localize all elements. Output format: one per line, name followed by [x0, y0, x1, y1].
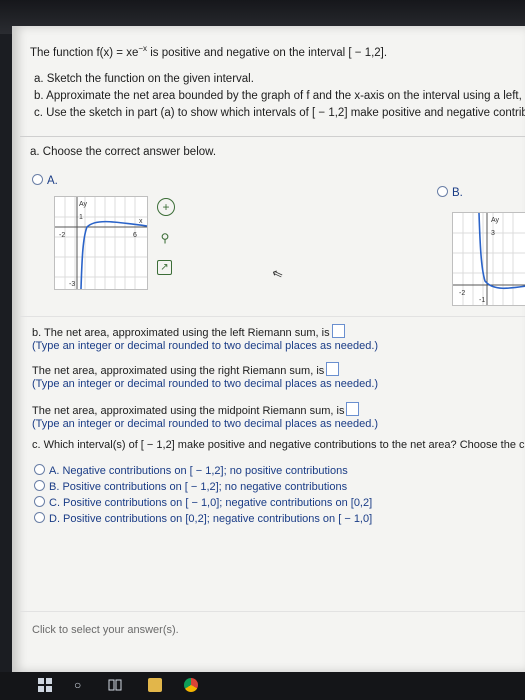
radio-icon — [34, 512, 45, 523]
open-graph-icon[interactable]: ↗ — [157, 260, 172, 275]
option-c-b[interactable]: B. Positive contributions on [ − 1,2]; n… — [34, 480, 347, 493]
graph-a-y-bottom-tick: -3 — [69, 281, 75, 288]
footer-divider — [20, 611, 525, 612]
graph-b-plot: Ay 3 -2 -1 — [453, 212, 525, 305]
zoom-in-icon[interactable]: + — [157, 198, 175, 216]
problem-part-b: b. Approximate the net area bounded by t… — [34, 90, 525, 102]
radio-icon — [437, 186, 448, 197]
option-a-label: A. — [47, 175, 58, 187]
search-icon[interactable]: ○ — [74, 678, 88, 692]
graph-a-y-label: Ay — [79, 201, 88, 208]
graph-option-a[interactable]: Ay 1 x -2 6 -3 — [54, 196, 148, 290]
part-a-prompt: a. Choose the correct answer below. — [30, 146, 217, 158]
problem-intro-text: The function f(x) = xe — [30, 46, 139, 59]
left-sum-input[interactable] — [331, 324, 345, 338]
option-c-d-label: D. Positive contributions on [0,2]; nega… — [49, 513, 373, 525]
graph-a-x-right-tick: 6 — [133, 232, 137, 239]
left-sum-label: b. The net area, approximated using the … — [32, 327, 330, 339]
file-explorer-icon[interactable] — [148, 678, 162, 692]
problem-part-c: c. Use the sketch in part (a) to show wh… — [34, 107, 525, 119]
mid-sum-label: The net area, approximated using the mid… — [32, 405, 345, 417]
radio-icon — [34, 464, 45, 475]
option-a-radio[interactable]: A. — [32, 174, 58, 187]
right-sum-row: The net area, approximated using the rig… — [32, 362, 340, 377]
option-c-a[interactable]: A. Negative contributions on [ − 1,2]; n… — [34, 464, 348, 477]
problem-part-a: a. Sketch the function on the given inte… — [34, 73, 254, 85]
radio-icon — [34, 496, 45, 507]
section-divider — [20, 136, 525, 137]
task-view-icon[interactable] — [108, 678, 122, 692]
graph-a-curve — [80, 220, 148, 290]
graph-a-x-left-tick: -2 — [59, 232, 65, 239]
mid-sum-input[interactable] — [346, 402, 360, 416]
chrome-icon[interactable] — [184, 678, 198, 692]
graph-b-curve — [478, 212, 525, 290]
right-sum-input[interactable] — [326, 362, 340, 376]
option-b-label: B. — [452, 187, 463, 199]
windows-start-icon[interactable] — [38, 678, 52, 692]
mid-sum-row: The net area, approximated using the mid… — [32, 402, 360, 417]
problem-exponent: −x — [138, 44, 148, 53]
mid-sum-hint: (Type an integer or decimal rounded to t… — [32, 418, 379, 430]
problem-interval-text: is positive and negative on the interval… — [147, 46, 388, 59]
right-sum-hint: (Type an integer or decimal rounded to t… — [32, 378, 379, 390]
problem-intro: The function f(x) = xe−x is positive and… — [30, 44, 387, 59]
part-c-prompt: c. Which interval(s) of [ − 1,2] make po… — [32, 439, 525, 451]
graph-a-grid — [55, 197, 147, 289]
browser-content: The function f(x) = xe−x is positive and… — [12, 26, 525, 672]
graph-b-y-bottom-tick: -1 — [479, 297, 485, 304]
option-c-c-label: C. Positive contributions on [ − 1,0]; n… — [49, 497, 373, 509]
graph-b-y-label: Ay — [491, 217, 500, 224]
footer-hint: Click to select your answer(s). — [32, 624, 179, 636]
graph-a-y-top-tick: 1 — [79, 214, 83, 221]
left-sum-row: b. The net area, approximated using the … — [32, 324, 345, 339]
option-c-c[interactable]: C. Positive contributions on [ − 1,0]; n… — [34, 496, 372, 509]
graph-option-b[interactable]: Ay 3 -2 -1 — [452, 212, 525, 306]
graph-a-plot: Ay 1 x -2 6 -3 — [55, 197, 148, 290]
radio-icon — [32, 174, 43, 185]
option-c-a-label: A. Negative contributions on [ − 1,2]; n… — [49, 465, 348, 477]
section-divider — [20, 316, 525, 317]
right-sum-label: The net area, approximated using the rig… — [32, 365, 325, 377]
zoom-out-icon[interactable]: ⚲ — [157, 230, 173, 246]
graph-b-x-left-tick: -2 — [459, 290, 465, 297]
option-b-radio[interactable]: B. — [437, 186, 463, 199]
option-c-d[interactable]: D. Positive contributions on [0,2]; nega… — [34, 512, 372, 525]
left-sum-hint: (Type an integer or decimal rounded to t… — [32, 340, 379, 352]
option-c-b-label: B. Positive contributions on [ − 1,2]; n… — [49, 481, 348, 493]
mouse-pointer-icon: ⇖ — [269, 264, 285, 283]
graph-b-y-top-tick: 3 — [491, 230, 495, 237]
radio-icon — [34, 480, 45, 491]
graph-a-x-label: x — [139, 218, 143, 225]
